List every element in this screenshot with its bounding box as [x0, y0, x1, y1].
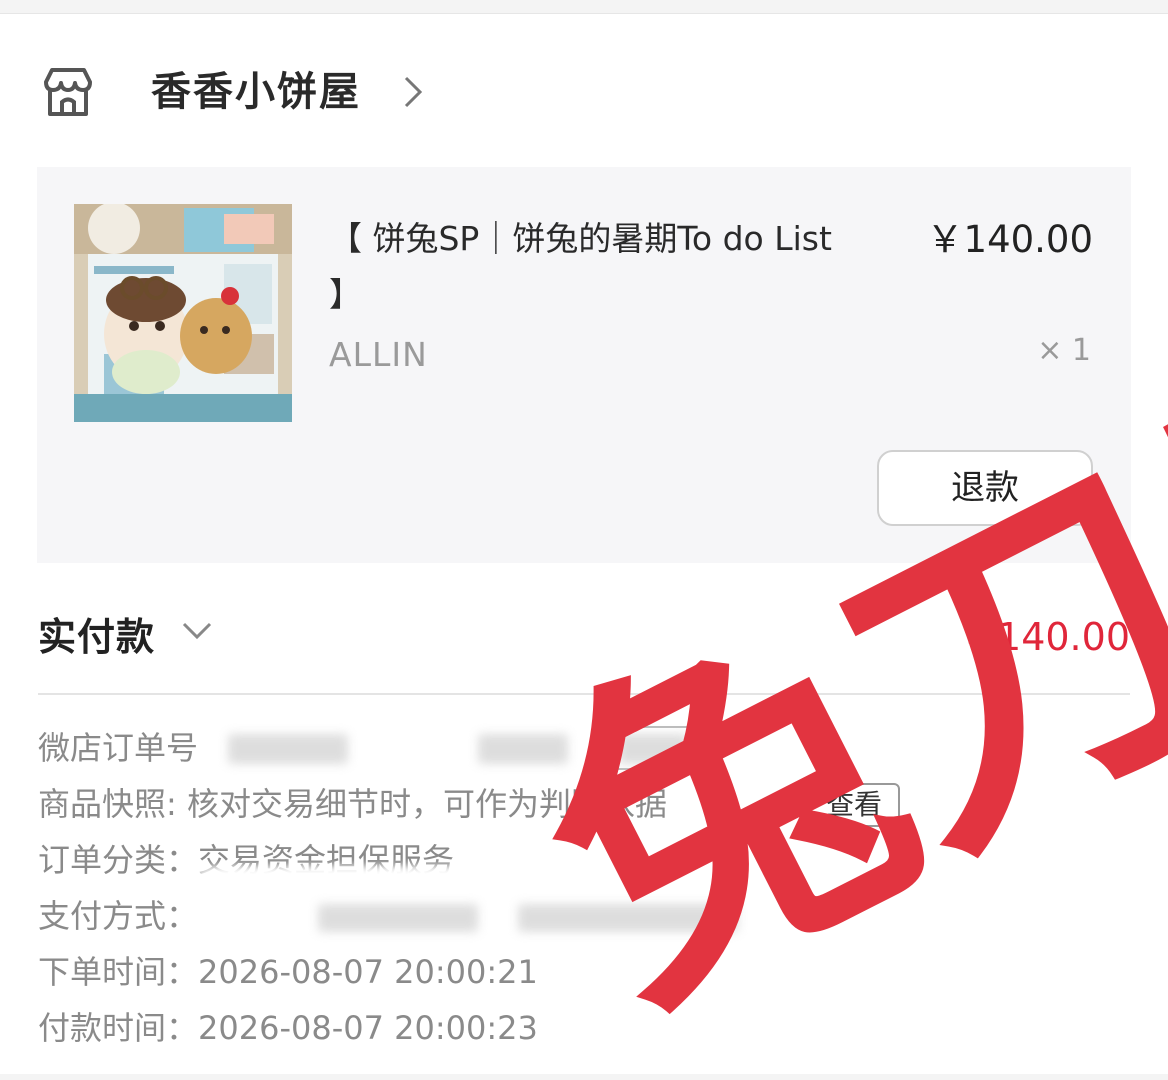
category-label: 订单分类：	[38, 841, 199, 879]
order-number-label: 微店订单号	[38, 729, 199, 767]
snapshot-label: 商品快照:	[38, 785, 187, 823]
bottom-edge	[0, 1074, 1168, 1080]
order-details: 微店订单号 商品快照: 核对交易细节时，可作为判断依据 查看 订单分类：交易资金…	[38, 722, 1130, 1058]
product-price: ￥140.00	[926, 218, 1093, 261]
pay-method-row: 支付方式：极速	[38, 866, 1130, 952]
paid-time-value: 2026-08-07 20:00:23	[198, 1009, 538, 1047]
view-snapshot-button[interactable]: 查看	[808, 783, 900, 827]
paid-row[interactable]: 实付款 ￥140.00	[38, 600, 1130, 660]
product-title[interactable]: 【 饼兔SP｜饼兔的暑期To do List 】	[329, 211, 849, 323]
pay-method-blur	[318, 904, 478, 932]
pay-method-label: 支付方式：	[38, 897, 199, 935]
shop-header[interactable]: 香香小饼屋	[38, 62, 498, 124]
shop-name: 香香小饼屋	[151, 69, 361, 115]
product-brand: ALLIN	[329, 335, 428, 374]
top-edge	[0, 0, 1168, 14]
product-image[interactable]	[74, 204, 292, 422]
product-quantity: × 1	[1037, 333, 1091, 368]
refund-button[interactable]: 退款	[877, 450, 1093, 526]
chevron-down-icon[interactable]	[180, 616, 214, 644]
order-number-row: 微店订单号	[38, 722, 1130, 778]
snapshot-row: 商品快照: 核对交易细节时，可作为判断依据 查看	[38, 778, 1130, 834]
snapshot-value: 核对交易细节时，可作为判断依据	[186, 785, 667, 823]
order-time-row: 下单时间：2026-08-07 20:00:21	[38, 946, 1130, 1002]
product-card[interactable]: 【 饼兔SP｜饼兔的暑期To do List 】 ￥140.00 ALLIN ×…	[37, 167, 1131, 563]
paid-time-label: 付款时间：	[38, 1009, 199, 1047]
paid-label: 实付款	[38, 615, 156, 659]
order-time-label: 下单时间：	[38, 953, 199, 991]
order-number-blur	[228, 734, 348, 764]
paid-amount: ￥140.00	[959, 615, 1130, 659]
divider	[38, 693, 1130, 695]
order-number-blur	[618, 734, 688, 764]
pay-method-blur	[518, 904, 738, 932]
paid-time-row: 付款时间：2026-08-07 20:00:23	[38, 1002, 1130, 1058]
order-number-blur	[478, 734, 568, 764]
order-time-value: 2026-08-07 20:00:21	[198, 953, 538, 991]
shop-icon	[38, 64, 98, 120]
chevron-right-icon	[398, 72, 428, 112]
